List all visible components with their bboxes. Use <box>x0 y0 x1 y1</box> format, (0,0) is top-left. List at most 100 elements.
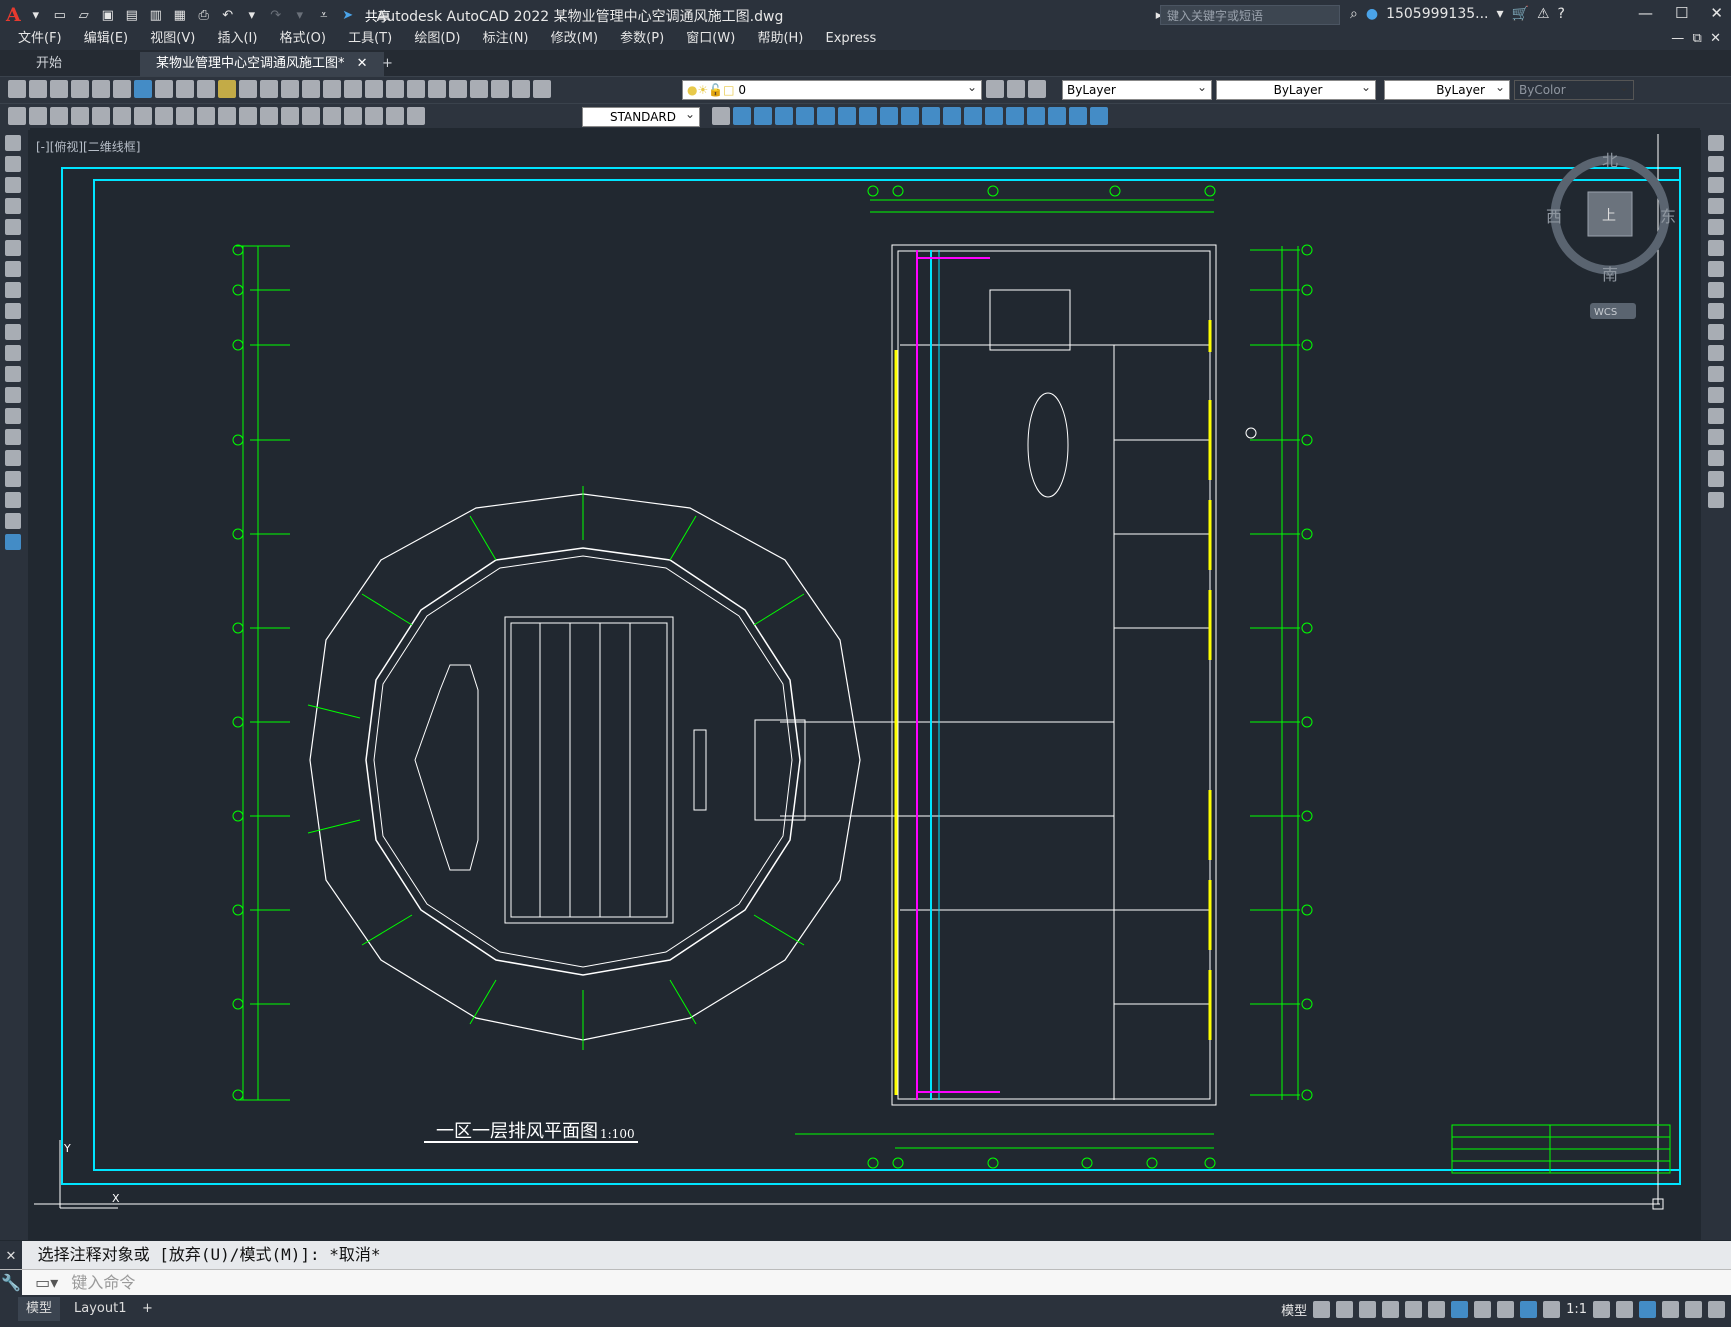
extrude-icon[interactable] <box>796 107 814 125</box>
array-icon[interactable] <box>1708 219 1724 235</box>
dim-style-icon[interactable] <box>712 107 730 125</box>
dim-arc-icon[interactable] <box>50 107 68 125</box>
block-editor-icon[interactable] <box>239 80 257 98</box>
solid-edit-icon[interactable] <box>901 107 919 125</box>
dim-update-icon[interactable] <box>407 107 425 125</box>
viewport-controls[interactable]: [-][俯视][二维线框] <box>36 138 140 155</box>
menu-parametric[interactable]: 参数(P) <box>620 28 664 50</box>
orbit-icon[interactable] <box>1069 107 1087 125</box>
spline-icon[interactable] <box>5 303 21 319</box>
save-icon[interactable] <box>50 80 68 98</box>
lineweight-icon[interactable] <box>1474 1301 1492 1318</box>
linetype-combo[interactable]: ByLayer <box>1216 78 1376 100</box>
layer-combo[interactable]: ●☀🔓□ 0 <box>682 78 982 100</box>
match-prop-icon[interactable] <box>218 80 236 98</box>
circle-icon[interactable] <box>5 261 21 277</box>
menu-express[interactable]: Express <box>826 28 877 50</box>
polyline-icon[interactable] <box>5 177 21 193</box>
command-customize-icon[interactable]: 🔧 <box>0 1270 22 1296</box>
rectangle-icon[interactable] <box>5 219 21 235</box>
annotation-visibility-icon[interactable] <box>1520 1301 1538 1318</box>
inspection-icon[interactable] <box>323 107 341 125</box>
move-icon[interactable] <box>1708 240 1724 256</box>
zoom-realtime-icon[interactable] <box>323 80 341 98</box>
object-track-icon[interactable] <box>1428 1301 1446 1318</box>
stretch-icon[interactable] <box>1708 303 1724 319</box>
erase-icon[interactable] <box>1708 135 1724 151</box>
layer-state-icon[interactable] <box>1028 80 1046 98</box>
dim-diameter-icon[interactable] <box>134 107 152 125</box>
hatch-icon[interactable] <box>5 429 21 445</box>
user-name[interactable]: 1505999135... <box>1386 6 1488 22</box>
polygon-icon[interactable] <box>5 198 21 214</box>
dim-angular-icon[interactable] <box>155 107 173 125</box>
join-icon[interactable] <box>1708 408 1724 424</box>
menu-insert[interactable]: 插入(I) <box>217 28 257 50</box>
menu-help[interactable]: 帮助(H) <box>757 28 803 50</box>
add-selected-icon[interactable] <box>5 534 21 550</box>
point-icon[interactable] <box>5 408 21 424</box>
cart-icon[interactable]: 🛒 <box>1512 6 1529 22</box>
section-icon[interactable] <box>859 107 877 125</box>
trim-icon[interactable] <box>1708 324 1724 340</box>
redo-tool-icon[interactable] <box>281 80 299 98</box>
intersect-icon[interactable] <box>775 107 793 125</box>
ellipse-icon[interactable] <box>5 324 21 340</box>
revolve-icon[interactable] <box>817 107 835 125</box>
union-icon[interactable] <box>733 107 751 125</box>
new-icon[interactable] <box>8 80 26 98</box>
search-icon[interactable]: ⌕ <box>1350 6 1358 22</box>
annotation-scale[interactable]: 1:1 <box>1566 1302 1587 1317</box>
dim-jogged-icon[interactable] <box>113 107 131 125</box>
fillet-icon[interactable] <box>1708 450 1724 466</box>
open-icon[interactable] <box>29 80 47 98</box>
publish-icon[interactable] <box>113 80 131 98</box>
menu-draw[interactable]: 绘图(D) <box>414 28 460 50</box>
offset-icon[interactable] <box>1708 198 1724 214</box>
copy-object-icon[interactable] <box>1708 156 1724 172</box>
lights-icon[interactable] <box>985 107 1003 125</box>
tolerance-icon[interactable] <box>281 107 299 125</box>
blend-icon[interactable] <box>1708 471 1724 487</box>
layer-manager-icon[interactable] <box>533 80 551 98</box>
render-icon[interactable] <box>943 107 961 125</box>
text-style-combo[interactable]: STANDARD <box>582 105 700 127</box>
workspace-gear-icon[interactable] <box>1593 1301 1610 1318</box>
table-icon[interactable] <box>5 492 21 508</box>
polar-icon[interactable] <box>1382 1301 1400 1318</box>
copy-icon[interactable] <box>176 80 194 98</box>
pan-icon[interactable] <box>302 80 320 98</box>
help-tool-icon[interactable] <box>512 80 530 98</box>
calculator-icon[interactable] <box>491 80 509 98</box>
chamfer-icon[interactable] <box>1708 429 1724 445</box>
tab-start[interactable]: 开始 <box>20 52 78 76</box>
close-icon[interactable]: ✕ <box>1710 4 1723 22</box>
explode-icon[interactable] <box>1708 492 1724 508</box>
osnap-icon[interactable] <box>1451 1301 1469 1318</box>
grid-icon[interactable] <box>1313 1301 1331 1318</box>
command-line[interactable]: 🔧 ▭▾ 键入命令 <box>0 1269 1731 1296</box>
region-icon[interactable] <box>5 471 21 487</box>
tab-drawing[interactable]: 某物业管理中心空调通风施工图* ✕ <box>140 52 384 76</box>
dim-baseline-icon[interactable] <box>197 107 215 125</box>
dim-aligned-icon[interactable] <box>29 107 47 125</box>
sheet-set-icon[interactable] <box>449 80 467 98</box>
menu-file[interactable]: 文件(F) <box>18 28 62 50</box>
dim-edit-icon[interactable] <box>365 107 383 125</box>
3d-print-icon[interactable] <box>134 80 152 98</box>
ellipse-arc-icon[interactable] <box>5 345 21 361</box>
autodesk-app-icon[interactable]: ⚠ <box>1537 6 1550 22</box>
plot-icon[interactable] <box>71 80 89 98</box>
help-icon[interactable]: ? <box>1558 6 1565 22</box>
dim-break-icon[interactable] <box>260 107 278 125</box>
zoom-previous-icon[interactable] <box>365 80 383 98</box>
command-recent-icon[interactable]: ▭▾ <box>35 1270 58 1296</box>
color-combo[interactable]: ByLayer <box>1062 78 1212 100</box>
dim-radius-icon[interactable] <box>92 107 110 125</box>
units-icon[interactable] <box>1639 1301 1656 1318</box>
extend-icon[interactable] <box>1708 345 1724 361</box>
annotation-monitor-icon[interactable] <box>1616 1301 1633 1318</box>
menu-modify[interactable]: 修改(M) <box>551 28 598 50</box>
menu-view[interactable]: 视图(V) <box>150 28 195 50</box>
jogged-linear-icon[interactable] <box>344 107 362 125</box>
